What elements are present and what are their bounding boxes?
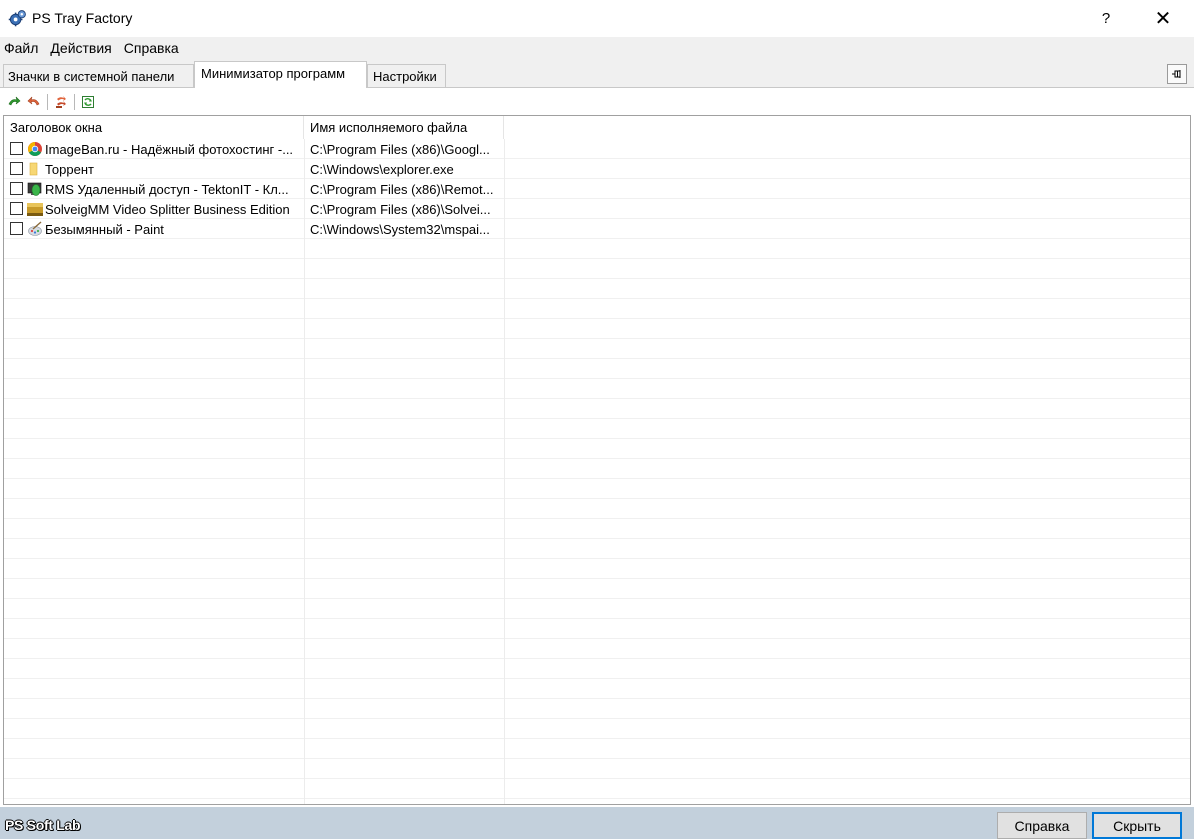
list-header: Заголовок окна Имя исполняемого файла (4, 116, 1190, 139)
pin-icon (1172, 70, 1181, 78)
help-title-button[interactable]: ? (1083, 0, 1129, 37)
tab-program-minimizer[interactable]: Минимизатор программ (194, 61, 367, 88)
row-checkbox[interactable] (10, 162, 23, 175)
row-checkbox[interactable] (10, 182, 23, 195)
table-row[interactable]: Торрент C:\Windows\explorer.exe (4, 159, 1190, 179)
row-executable-path: C:\Windows\System32\mspai... (310, 222, 490, 237)
folder-icon (29, 162, 38, 176)
restore-arrow-icon (8, 96, 21, 106)
menu-bar: Файл Действия Справка (0, 37, 1194, 61)
tab-tray-icons[interactable]: Значки в системной панели (3, 64, 194, 87)
row-window-title: RMS Удаленный доступ - TektonIT - Кл... (45, 182, 289, 197)
help-button[interactable]: Справка (997, 812, 1087, 839)
app-window: PS Tray Factory ? ✕ Файл Действия Справк… (0, 0, 1194, 839)
toolbar-separator (47, 94, 48, 110)
table-row[interactable]: RMS Удаленный доступ - TektonIT - Кл... … (4, 179, 1190, 199)
hide-button[interactable]: Скрыть (1092, 812, 1182, 839)
tab-strip: Значки в системной панели Минимизатор пр… (0, 61, 1194, 88)
refresh-icon (82, 96, 94, 108)
table-row[interactable]: Безымянный - Paint C:\Windows\System32\m… (4, 219, 1190, 239)
menu-actions[interactable]: Действия (46, 37, 119, 61)
row-window-title: SolveigMM Video Splitter Business Editio… (45, 202, 290, 217)
row-window-title: Торрент (45, 162, 94, 177)
row-executable-path: C:\Program Files (x86)\Solvei... (310, 202, 491, 217)
chrome-icon (28, 142, 42, 156)
pin-button[interactable] (1167, 64, 1187, 84)
window-list[interactable]: Заголовок окна Имя исполняемого файла Im… (3, 115, 1191, 805)
table-row[interactable]: SolveigMM Video Splitter Business Editio… (4, 199, 1190, 219)
gears-app-icon (8, 10, 26, 27)
minimize-button[interactable] (24, 93, 44, 111)
tab-settings[interactable]: Настройки (367, 64, 446, 87)
rms-icon (27, 182, 42, 196)
list-body: ImageBan.ru - Надёжный фотохостинг -... … (4, 139, 1190, 804)
row-checkbox[interactable] (10, 202, 23, 215)
toolbar-separator (74, 94, 75, 110)
title-bar: PS Tray Factory ? ✕ (0, 0, 1194, 37)
row-executable-path: C:\Program Files (x86)\Googl... (310, 142, 490, 157)
brand-label: PS Soft Lab (5, 817, 81, 833)
column-header-window-title[interactable]: Заголовок окна (4, 116, 304, 139)
row-checkbox[interactable] (10, 222, 23, 235)
paint-icon (28, 221, 42, 236)
video-splitter-icon (27, 203, 43, 216)
row-checkbox[interactable] (10, 142, 23, 155)
minimize-arrow-icon (27, 96, 40, 106)
table-row[interactable]: ImageBan.ru - Надёжный фотохостинг -... … (4, 139, 1190, 159)
status-bar: PS Soft Lab Справка Скрыть (0, 807, 1194, 839)
close-button[interactable]: ✕ (1140, 0, 1186, 37)
row-window-title: ImageBan.ru - Надёжный фотохостинг -... (45, 142, 294, 157)
menu-file[interactable]: Файл (0, 37, 46, 61)
toolbar (4, 92, 98, 112)
multi-window-icon (56, 96, 66, 108)
multi-window-button[interactable] (51, 93, 71, 111)
restore-button[interactable] (4, 93, 24, 111)
window-title: PS Tray Factory (32, 10, 133, 26)
row-executable-path: C:\Program Files (x86)\Remot... (310, 182, 494, 197)
menu-help[interactable]: Справка (120, 37, 187, 61)
row-executable-path: C:\Windows\explorer.exe (310, 162, 454, 177)
refresh-button[interactable] (78, 93, 98, 111)
row-window-title: Безымянный - Paint (45, 222, 164, 237)
column-header-executable[interactable]: Имя исполняемого файла (304, 116, 504, 139)
